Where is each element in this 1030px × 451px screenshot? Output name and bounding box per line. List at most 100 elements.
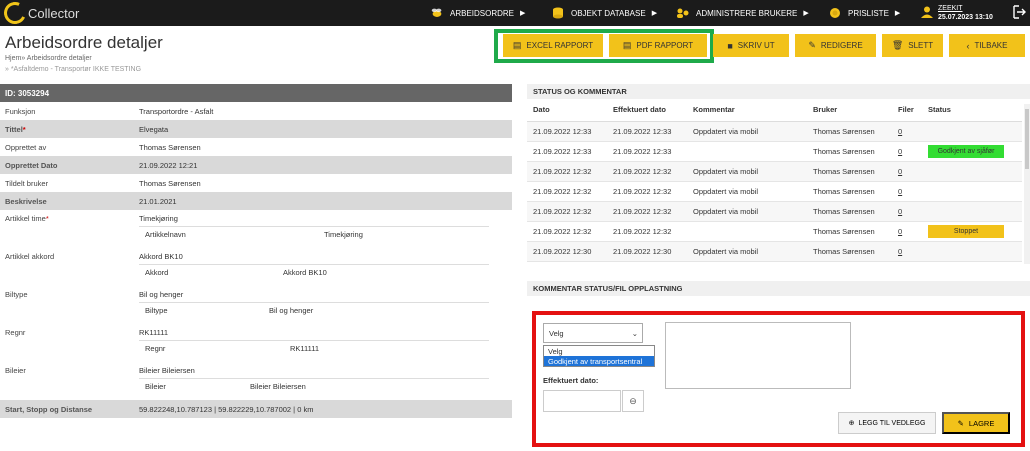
logo-text: Collector xyxy=(28,5,80,21)
cell-kommentar: Oppdatert via mobil xyxy=(687,161,807,182)
status-header-row: Dato Effektuert dato Kommentar Bruker Fi… xyxy=(527,99,1022,122)
cell-status xyxy=(922,161,1022,182)
cell-dato: 21.09.2022 12:32 xyxy=(527,201,607,222)
nav-prisliste[interactable]: PRISLISTE ▶ xyxy=(828,0,900,26)
calendar-icon[interactable]: ⊖ xyxy=(622,390,644,412)
cell-eff: 21.09.2022 12:32 xyxy=(607,221,687,242)
cell-eff: 21.09.2022 12:30 xyxy=(607,241,687,262)
cell-dato: 21.09.2022 12:33 xyxy=(527,141,607,162)
cell-status xyxy=(922,121,1022,142)
cell-filer[interactable]: 0 xyxy=(892,161,922,182)
back-button[interactable]: ‹ TILBAKE xyxy=(949,34,1025,57)
file-link[interactable]: 0 xyxy=(898,227,902,236)
cell-bruker: Thomas Sørensen xyxy=(807,181,892,202)
nav-arbeidsordre[interactable]: ARBEIDSORDRE ▶ xyxy=(430,0,525,26)
cell-eff: 21.09.2022 12:33 xyxy=(607,141,687,162)
file-link[interactable]: 0 xyxy=(898,147,902,156)
file-link[interactable]: 0 xyxy=(898,247,902,256)
detail-value: RK11111 Regnr RK11111 xyxy=(139,328,512,353)
table-row: 21.09.2022 12:32 21.09.2022 12:32 Thomas S… xyxy=(527,221,1022,242)
print-icon: ■ xyxy=(727,40,733,51)
detail-row-bileier: Bileier Bileier Bileiersen Bileier Bilei… xyxy=(0,362,512,400)
cell-eff: 21.09.2022 12:33 xyxy=(607,121,687,142)
subtable: Biltype Bil og henger xyxy=(139,302,489,315)
detail-value: Thomas Sørensen xyxy=(139,178,201,188)
scroll-thumb[interactable] xyxy=(1025,109,1029,169)
status-scrollbar[interactable] xyxy=(1024,104,1030,264)
sub-label: Regnr xyxy=(145,344,166,353)
table-row: 21.09.2022 12:32 21.09.2022 12:32 Oppdater… xyxy=(527,201,1022,222)
status-panel: STATUS OG KOMMENTAR Dato Effektuert dato… xyxy=(527,84,1030,271)
dropdown-option[interactable]: Velg xyxy=(544,346,654,356)
caret-right-icon: ▶ xyxy=(803,10,809,17)
print-label: SKRIV UT xyxy=(737,41,775,50)
detail-row-distance: Start, Stopp og Distanse 59.822248,10.78… xyxy=(0,400,512,418)
cell-kommentar: Oppdatert via mobil xyxy=(687,201,807,222)
sub-label: Artikkelnavn xyxy=(145,230,186,239)
cell-filer[interactable]: 0 xyxy=(892,221,922,242)
file-link[interactable]: 0 xyxy=(898,127,902,136)
status-select[interactable]: Velg ⌄ xyxy=(543,323,643,343)
cell-eff: 21.09.2022 12:32 xyxy=(607,161,687,182)
table-row: 21.09.2022 12:30 21.09.2022 12:30 Oppdater… xyxy=(527,241,1022,262)
detail-value: Timekjøring Artikkelnavn Timekjøring xyxy=(139,214,512,239)
effektuert-date-input[interactable] xyxy=(543,390,621,412)
cell-filer[interactable]: 0 xyxy=(892,241,922,262)
caret-right-icon: ▶ xyxy=(520,10,526,17)
sub-label: Bileier xyxy=(145,382,166,391)
user-datetime: 25.07.2023 13:10 xyxy=(938,14,993,21)
subtable: Akkord Akkord BK10 xyxy=(139,264,489,277)
bileier-value: Bileier Bileiersen xyxy=(139,366,195,375)
cell-filer[interactable]: 0 xyxy=(892,181,922,202)
file-link[interactable]: 0 xyxy=(898,207,902,216)
detail-value: Thomas Sørensen xyxy=(139,142,201,152)
edit-icon: ✎ xyxy=(808,40,816,50)
logo[interactable]: Collector xyxy=(0,0,80,28)
sub-value: Akkord BK10 xyxy=(283,268,327,277)
cell-status: Godkjent av sjåfør xyxy=(922,141,1022,162)
nav-objekt-database[interactable]: OBJEKT DATABASE ▶ xyxy=(551,0,657,26)
cell-kommentar: Oppdatert via mobil xyxy=(687,241,807,262)
logo-icon xyxy=(0,0,30,28)
edit-button[interactable]: ✎ REDIGERE xyxy=(795,34,876,57)
cell-kommentar xyxy=(687,141,807,162)
cell-filer[interactable]: 0 xyxy=(892,121,922,142)
caret-right-icon: ▶ xyxy=(894,10,901,17)
plus-circle-icon: ⊕ xyxy=(848,420,855,427)
cell-dato: 21.09.2022 12:33 xyxy=(527,121,607,142)
excel-report-button[interactable]: ▤ EXCEL RAPPORT xyxy=(503,34,603,57)
cell-filer[interactable]: 0 xyxy=(892,141,922,162)
print-button[interactable]: ■ SKRIV UT xyxy=(713,34,789,57)
attach-label: LEGG TIL VEDLEGG xyxy=(858,419,926,427)
cell-status xyxy=(922,241,1022,262)
user-name[interactable]: ZEEKIT xyxy=(938,4,993,13)
dropdown-option-selected[interactable]: Godkjent av transportsentral xyxy=(544,356,654,366)
effektuert-label: Effektuert dato: xyxy=(543,376,599,385)
detail-value: 21.01.2021 xyxy=(139,196,177,206)
column-header: Effektuert dato xyxy=(607,99,687,122)
delete-button[interactable]: 🗑 SLETT xyxy=(882,34,943,57)
cell-bruker: Thomas Sørensen xyxy=(807,221,892,242)
attach-button[interactable]: ⊕ LEGG TIL VEDLEGG xyxy=(838,412,936,434)
logout-icon[interactable] xyxy=(1012,5,1026,19)
user-menu[interactable]: ZEEKIT 25.07.2023 13:10 xyxy=(920,2,993,24)
artikkel-time-value: Timekjøring xyxy=(139,214,178,223)
nav-administrere-brukere[interactable]: ADMINISTRERE BRUKERE ▶ xyxy=(676,0,809,26)
file-link[interactable]: 0 xyxy=(898,187,902,196)
detail-label: Tildelt bruker xyxy=(5,178,49,188)
sub-label: Biltype xyxy=(145,306,168,315)
pdf-report-button[interactable]: ▤ PDF RAPPORT xyxy=(609,34,707,57)
file-link[interactable]: 0 xyxy=(898,167,902,176)
detail-row-artikkel-akkord: Artikkel akkord Akkord BK10 Akkord Akkor… xyxy=(0,248,512,286)
save-button[interactable]: ✎ LAGRE xyxy=(942,412,1010,434)
sub-value: Timekjøring xyxy=(324,230,363,239)
comment-textarea[interactable] xyxy=(665,322,851,389)
cell-filer[interactable]: 0 xyxy=(892,201,922,222)
breadcrumb[interactable]: Hjem» Arbeidsordre detaljer xyxy=(5,55,92,62)
cell-dato: 21.09.2022 12:32 xyxy=(527,221,607,242)
cell-bruker: Thomas Sørensen xyxy=(807,201,892,222)
table-row: 21.09.2022 12:32 21.09.2022 12:32 Oppdater… xyxy=(527,161,1022,182)
detail-row-opprettet-av: Opprettet av Thomas Sørensen xyxy=(0,138,512,156)
user-icon xyxy=(920,5,934,21)
page-title: Arbeidsordre detaljer xyxy=(5,33,163,52)
